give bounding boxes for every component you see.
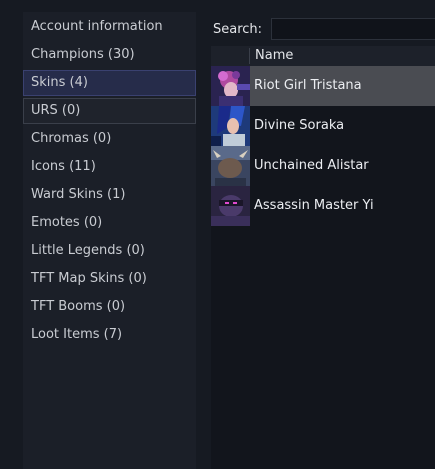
- column-separator[interactable]: [249, 48, 250, 64]
- sidebar-item-skins[interactable]: Skins (4): [23, 70, 196, 96]
- divine-soraka-portrait-icon: [211, 106, 250, 146]
- sidebar-item-icons[interactable]: Icons (11): [23, 154, 196, 180]
- skin-name: Unchained Alistar: [254, 158, 369, 173]
- table-row[interactable]: Divine Soraka: [211, 106, 435, 146]
- category-sidebar: Account information Champions (30) Skins…: [23, 12, 196, 469]
- column-header-name[interactable]: Name: [255, 46, 293, 66]
- table-row[interactable]: Assassin Master Yi: [211, 186, 435, 226]
- table-row[interactable]: Riot Girl Tristana: [211, 66, 435, 106]
- sidebar-item-tft-booms[interactable]: TFT Booms (0): [23, 294, 196, 320]
- skins-table: Name Riot Girl Tristana Divine Soraka Un…: [211, 46, 435, 469]
- skin-name: Riot Girl Tristana: [254, 78, 362, 93]
- skin-name: Divine Soraka: [254, 118, 345, 133]
- sidebar-item-little-legends[interactable]: Little Legends (0): [23, 238, 196, 264]
- table-header: Name: [211, 46, 435, 67]
- sidebar-item-account-information[interactable]: Account information: [23, 14, 196, 40]
- sidebar-item-loot-items[interactable]: Loot Items (7): [23, 322, 196, 348]
- sidebar-item-urs[interactable]: URS (0): [23, 98, 196, 124]
- unchained-alistar-portrait-icon: [211, 146, 250, 186]
- assassin-master-yi-portrait-icon: [211, 186, 250, 226]
- sidebar-item-ward-skins[interactable]: Ward Skins (1): [23, 182, 196, 208]
- search-label: Search:: [213, 22, 263, 37]
- table-row[interactable]: Unchained Alistar: [211, 146, 435, 186]
- sidebar-item-chromas[interactable]: Chromas (0): [23, 126, 196, 152]
- search-input[interactable]: [271, 18, 435, 40]
- sidebar-item-champions[interactable]: Champions (30): [23, 42, 196, 68]
- riot-girl-tristana-portrait-icon: [211, 66, 250, 106]
- skin-name: Assassin Master Yi: [254, 198, 374, 213]
- sidebar-item-emotes[interactable]: Emotes (0): [23, 210, 196, 236]
- sidebar-item-tft-map-skins[interactable]: TFT Map Skins (0): [23, 266, 196, 292]
